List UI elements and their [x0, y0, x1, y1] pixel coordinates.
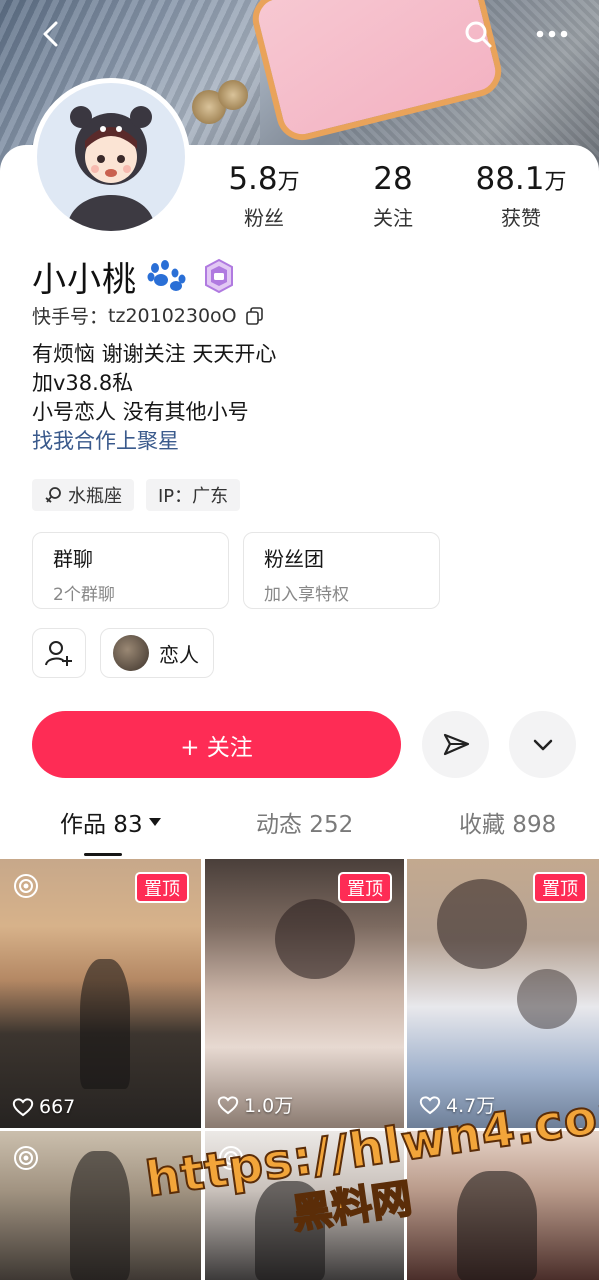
- lover-chip[interactable]: 恋人: [100, 628, 214, 678]
- video-tile[interactable]: 置顶 667: [0, 859, 201, 1128]
- send-icon: [443, 733, 469, 755]
- tab-favorites-label: 收藏 898: [459, 812, 557, 838]
- live-icon: [14, 874, 38, 898]
- stat-likes-value: 88.1: [475, 161, 545, 197]
- profile-stats: 5.8万 粉丝 28 关注 88.1万 获赞: [200, 160, 599, 235]
- share-button[interactable]: [422, 711, 489, 778]
- tile-figure: [517, 969, 577, 1029]
- tag-zodiac-label: 水瓶座: [68, 486, 122, 507]
- pinned-badge: 置顶: [338, 872, 392, 903]
- stat-following-label: 关注: [373, 206, 413, 230]
- more-button[interactable]: [530, 12, 574, 56]
- follow-label: + 关注: [180, 734, 253, 761]
- tab-moments-label: 动态 252: [256, 812, 354, 838]
- account-id-row: 快手号： tz2010230oO: [32, 302, 265, 329]
- more-icon: [536, 30, 568, 38]
- info-cards: 群聊 2个群聊 粉丝团 加入享特权: [32, 532, 440, 609]
- relation-chips: 恋人: [32, 628, 214, 678]
- tile-figure: [437, 879, 527, 969]
- tile-figure: [80, 959, 130, 1089]
- stat-fans-value: 5.8: [228, 161, 278, 197]
- chevron-down-icon: [533, 739, 552, 750]
- tab-works[interactable]: 作品 83: [60, 805, 163, 839]
- search-icon: [465, 21, 492, 48]
- bio-line: 小号恋人 没有其他小号￼: [32, 400, 249, 424]
- tab-favorites[interactable]: 收藏 898: [459, 805, 556, 839]
- tab-indicator: [84, 853, 122, 856]
- tag-ip-label: IP：广东: [158, 486, 229, 507]
- tag-ip: IP：广东: [146, 479, 241, 511]
- tab-moments[interactable]: 动态 252: [256, 805, 353, 839]
- name-row: 小小桃: [32, 253, 237, 300]
- account-id-label: 快手号：: [32, 306, 109, 328]
- fan-club-title: 粉丝团: [264, 547, 324, 571]
- video-tile[interactable]: 置顶 4.7万: [407, 859, 599, 1128]
- stat-fans-label: 粉丝: [244, 206, 284, 230]
- tab-works-label: 作品 83: [60, 812, 143, 838]
- account-id-value: tz2010230oO: [108, 304, 237, 327]
- aquarius-icon: [45, 487, 61, 503]
- lover-label: 恋人: [159, 642, 199, 667]
- stat-likes[interactable]: 88.1万 获赞: [466, 160, 576, 231]
- fan-club-sub: 加入享特权: [264, 585, 349, 605]
- like-count: 667: [12, 1096, 75, 1118]
- search-button[interactable]: [456, 12, 500, 56]
- content-tabs: 作品 83 动态 252 收藏 898: [0, 805, 599, 857]
- back-button[interactable]: [30, 12, 74, 56]
- banner-button: [218, 80, 248, 110]
- tag-zodiac: 水瓶座: [32, 479, 134, 511]
- stat-fans-unit: 万: [277, 170, 300, 195]
- avatar[interactable]: [32, 78, 190, 236]
- add-user-icon: [45, 641, 72, 666]
- bio-line: 加v38.8私: [32, 371, 134, 395]
- follow-button[interactable]: + 关注: [32, 711, 401, 778]
- group-chat-sub: 2个群聊: [53, 585, 115, 605]
- group-chat-card[interactable]: 群聊 2个群聊: [32, 532, 229, 609]
- tile-figure: [275, 899, 355, 979]
- fan-club-card[interactable]: 粉丝团 加入享特权: [243, 532, 440, 609]
- group-chat-title: 群聊: [53, 547, 93, 571]
- profile-bio: 有烦恼 谢谢关注 天天开心 加v38.8私 小号恋人 没有其他小号￼ 找我合作上…: [32, 340, 276, 456]
- heart-icon: [12, 1098, 34, 1117]
- avatar-illustration: [37, 83, 185, 231]
- add-friend-button[interactable]: [32, 628, 86, 678]
- pinned-badge: 置顶: [533, 872, 587, 903]
- more-options-button[interactable]: [509, 711, 576, 778]
- bio-line: 有烦恼 谢谢关注 天天开心: [32, 342, 277, 366]
- live-icon: [14, 1146, 38, 1170]
- stat-following[interactable]: 28 关注: [338, 160, 448, 231]
- stat-following-value: 28: [373, 161, 413, 197]
- profile-name: 小小桃: [32, 259, 137, 300]
- pinned-badge: 置顶: [135, 872, 189, 903]
- video-tile[interactable]: 置顶 1.0万: [205, 859, 404, 1128]
- action-bar: + 关注: [32, 711, 577, 779]
- verified-badge-icon[interactable]: [201, 258, 237, 294]
- stat-likes-label: 获赞: [501, 206, 541, 230]
- profile-tags: 水瓶座 IP：广东: [32, 479, 241, 511]
- paw-icon: [145, 259, 187, 293]
- copy-icon[interactable]: [245, 306, 265, 326]
- stat-fans[interactable]: 5.8万 粉丝: [209, 160, 319, 231]
- tile-figure: [70, 1151, 130, 1280]
- back-icon: [43, 21, 58, 47]
- like-count-value: 667: [39, 1096, 76, 1118]
- like-count-value: 1.0万: [244, 1095, 294, 1117]
- like-count: 1.0万: [217, 1091, 293, 1118]
- heart-icon: [217, 1095, 239, 1114]
- stat-likes-unit: 万: [544, 170, 567, 195]
- cooperation-link[interactable]: 找我合作上聚星: [32, 427, 276, 456]
- lover-avatar: [113, 635, 149, 671]
- caret-down-icon: [148, 818, 161, 826]
